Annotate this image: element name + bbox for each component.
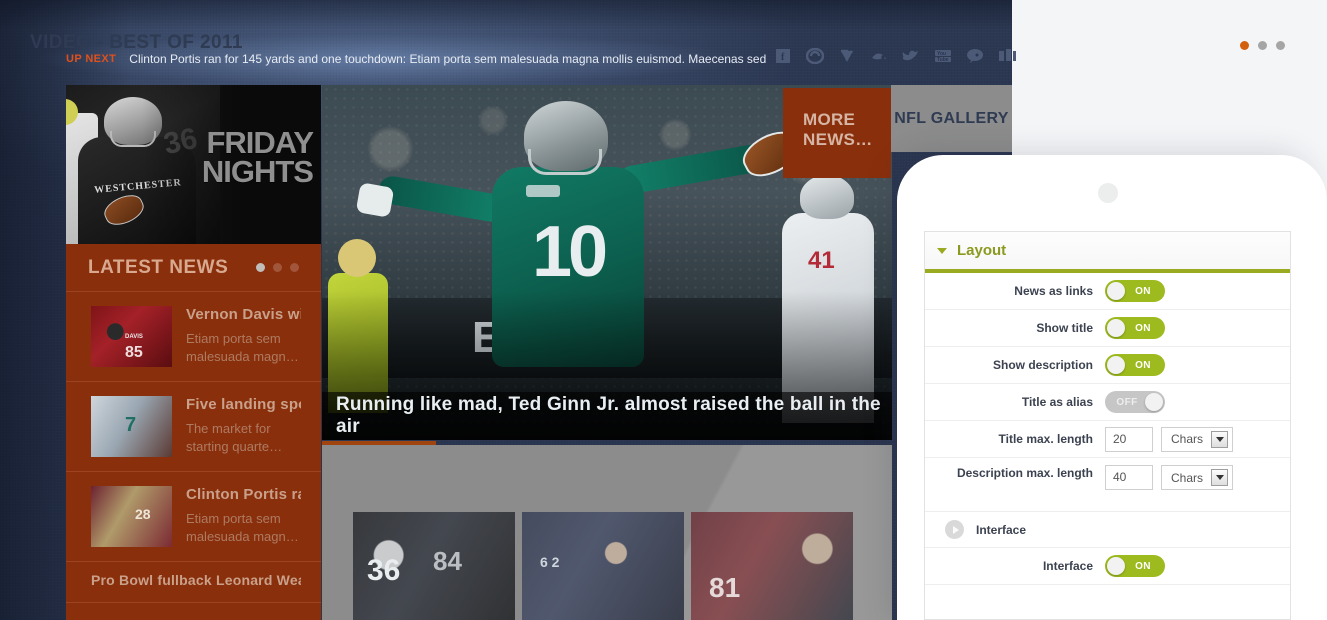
thumbnail-scrim — [691, 512, 853, 620]
page-background-top-right — [1012, 0, 1327, 152]
list-item[interactable]: Vernon Davis will… Etiam porta sem males… — [66, 292, 321, 382]
news-title[interactable]: Vernon Davis will… — [186, 306, 301, 323]
setting-row-interface: Interface ON — [925, 548, 1290, 585]
video-thumbnail-list — [353, 512, 853, 620]
left-column: 36 WESTCHESTER FRIDAY NIGHTS LATEST NEWS — [66, 85, 321, 620]
news-title[interactable]: Five landing spot… — [186, 396, 301, 413]
setting-row-title-as-alias: Title as alias OFF — [925, 384, 1290, 421]
toggle-knob — [1145, 393, 1163, 411]
nfl-gallery-tab[interactable]: NFL GALLERY — [891, 85, 1012, 152]
setting-label: Show description — [992, 358, 1093, 372]
news-title[interactable]: Pro Bowl fullback Leonard Weav… — [91, 572, 301, 588]
select-value: Chars — [1171, 432, 1204, 446]
toggle-knob — [1107, 319, 1125, 337]
setting-label: Title as alias — [1021, 395, 1093, 409]
list-item[interactable]: Five landing spot… The market for starti… — [66, 382, 321, 472]
news-as-links-toggle[interactable]: ON — [1105, 280, 1165, 302]
news-text: Pro Bowl fullback Leonard Weav… — [91, 572, 301, 588]
news-text: Vernon Davis will… Etiam porta sem males… — [186, 306, 301, 367]
show-description-toggle[interactable]: ON — [1105, 354, 1165, 376]
latest-news-heading: LATEST NEWS — [88, 256, 229, 278]
setting-label: Title max. length — [998, 432, 1093, 446]
video-pager-dot-2[interactable] — [1258, 41, 1267, 50]
setting-row-description-max-length: Description max. length 40 Chars — [925, 458, 1290, 512]
show-title-toggle[interactable]: ON — [1105, 317, 1165, 339]
friday-nights-title-line2: NIGHTS — [201, 153, 314, 189]
setting-row-title-max-length: Title max. length 20 Chars — [925, 421, 1290, 458]
title-max-length-input[interactable]: 20 — [1105, 426, 1153, 452]
title-max-length-unit-select[interactable]: Chars — [1161, 426, 1234, 452]
select-value: Chars — [1171, 470, 1204, 485]
pager-dot-3[interactable] — [290, 263, 299, 272]
svg-text:Tube: Tube — [937, 57, 949, 63]
subsection-title: Interface — [976, 522, 1027, 537]
pager-dot-2[interactable] — [273, 263, 282, 272]
video-thumbnail[interactable] — [522, 512, 684, 620]
vimeo-icon[interactable] — [837, 46, 857, 66]
toggle-knob — [1107, 557, 1125, 575]
news-thumbnail[interactable] — [91, 396, 172, 457]
social-icon-bar: f You Tube — [773, 46, 1017, 66]
comment-icon[interactable] — [965, 46, 985, 66]
news-text: Five landing spot… The market for starti… — [186, 396, 301, 457]
setting-row-show-title: Show title ON — [925, 310, 1290, 347]
setting-label: News as links — [1014, 284, 1093, 298]
list-item[interactable]: Clinton Portis ra… Etiam porta sem males… — [66, 472, 321, 562]
latest-news-pager — [256, 263, 299, 272]
chevron-down-icon[interactable] — [1211, 469, 1229, 486]
latest-news-list: Vernon Davis will… Etiam porta sem males… — [66, 291, 321, 603]
facebook-icon[interactable]: f — [773, 46, 793, 66]
settings-section-title: Layout — [957, 242, 1007, 259]
title-as-alias-toggle[interactable]: OFF — [1105, 391, 1165, 413]
setting-row-news-as-links: News as links ON — [925, 273, 1290, 310]
latest-news-header: LATEST NEWS — [66, 244, 321, 291]
news-title[interactable]: Clinton Portis ra… — [186, 486, 301, 503]
list-item[interactable]: Pro Bowl fullback Leonard Weav… — [66, 562, 321, 603]
news-description: Etiam porta sem malesuada magn… — [186, 511, 299, 544]
video-pager — [1240, 41, 1285, 50]
chevron-down-icon[interactable] — [1211, 430, 1229, 448]
flickr-icon[interactable] — [997, 46, 1017, 66]
up-next-text[interactable]: Clinton Portis ran for 145 yards and one… — [129, 52, 766, 66]
thumbnail-scrim — [522, 512, 684, 620]
news-description: The market for starting quarte… — [186, 421, 283, 454]
setting-label: Description max. length — [956, 466, 1093, 480]
screen: UP NEXT Clinton Portis ran for 145 yards… — [0, 0, 1327, 620]
video-pager-dot-1[interactable] — [1240, 41, 1249, 50]
news-thumbnail[interactable] — [91, 306, 172, 367]
settings-panel: Layout News as links ON Show title ON Sh… — [924, 231, 1291, 620]
news-description: Etiam porta sem malesuada magn… — [186, 331, 299, 364]
hero-caption[interactable]: Running like mad, Ted Ginn Jr. almost ra… — [322, 392, 892, 440]
pager-dot-1[interactable] — [256, 263, 265, 272]
news-text: Clinton Portis ra… Etiam porta sem males… — [186, 486, 301, 547]
settings-subsection-interface[interactable]: Interface — [925, 512, 1290, 548]
description-max-length-input[interactable]: 40 — [1105, 465, 1153, 490]
toggle-knob — [1107, 282, 1125, 300]
setting-row-partial — [925, 585, 1290, 620]
up-next-label: UP NEXT — [66, 53, 117, 65]
twitter-icon[interactable] — [901, 46, 921, 66]
device-camera-dot — [1098, 183, 1118, 203]
video-section-title: VIDEO - BEST OF 2011 — [30, 32, 243, 53]
chevron-down-icon[interactable] — [937, 247, 947, 254]
more-news-button[interactable]: MORE NEWS… — [783, 88, 891, 178]
video-pager-dot-3[interactable] — [1276, 41, 1285, 50]
setting-label: Show title — [1036, 321, 1093, 335]
description-max-length-unit-select[interactable]: Chars — [1161, 465, 1234, 490]
thumbnail-scrim — [353, 512, 515, 620]
video-thumbnail[interactable] — [353, 512, 515, 620]
dribbble-icon[interactable] — [869, 46, 889, 66]
interface-toggle[interactable]: ON — [1105, 555, 1165, 577]
stumbleupon-icon[interactable] — [805, 46, 825, 66]
setting-row-show-description: Show description ON — [925, 347, 1290, 384]
friday-nights-banner[interactable]: 36 WESTCHESTER FRIDAY NIGHTS — [66, 85, 321, 244]
friday-nights-title: FRIDAY NIGHTS — [201, 127, 314, 189]
toggle-knob — [1107, 356, 1125, 374]
chevron-right-icon[interactable] — [945, 520, 964, 539]
setting-label: Interface — [1042, 559, 1093, 573]
settings-section-header[interactable]: Layout — [925, 232, 1290, 273]
youtube-icon[interactable]: You Tube — [933, 46, 953, 66]
news-thumbnail[interactable] — [91, 486, 172, 547]
video-thumbnail[interactable] — [691, 512, 853, 620]
